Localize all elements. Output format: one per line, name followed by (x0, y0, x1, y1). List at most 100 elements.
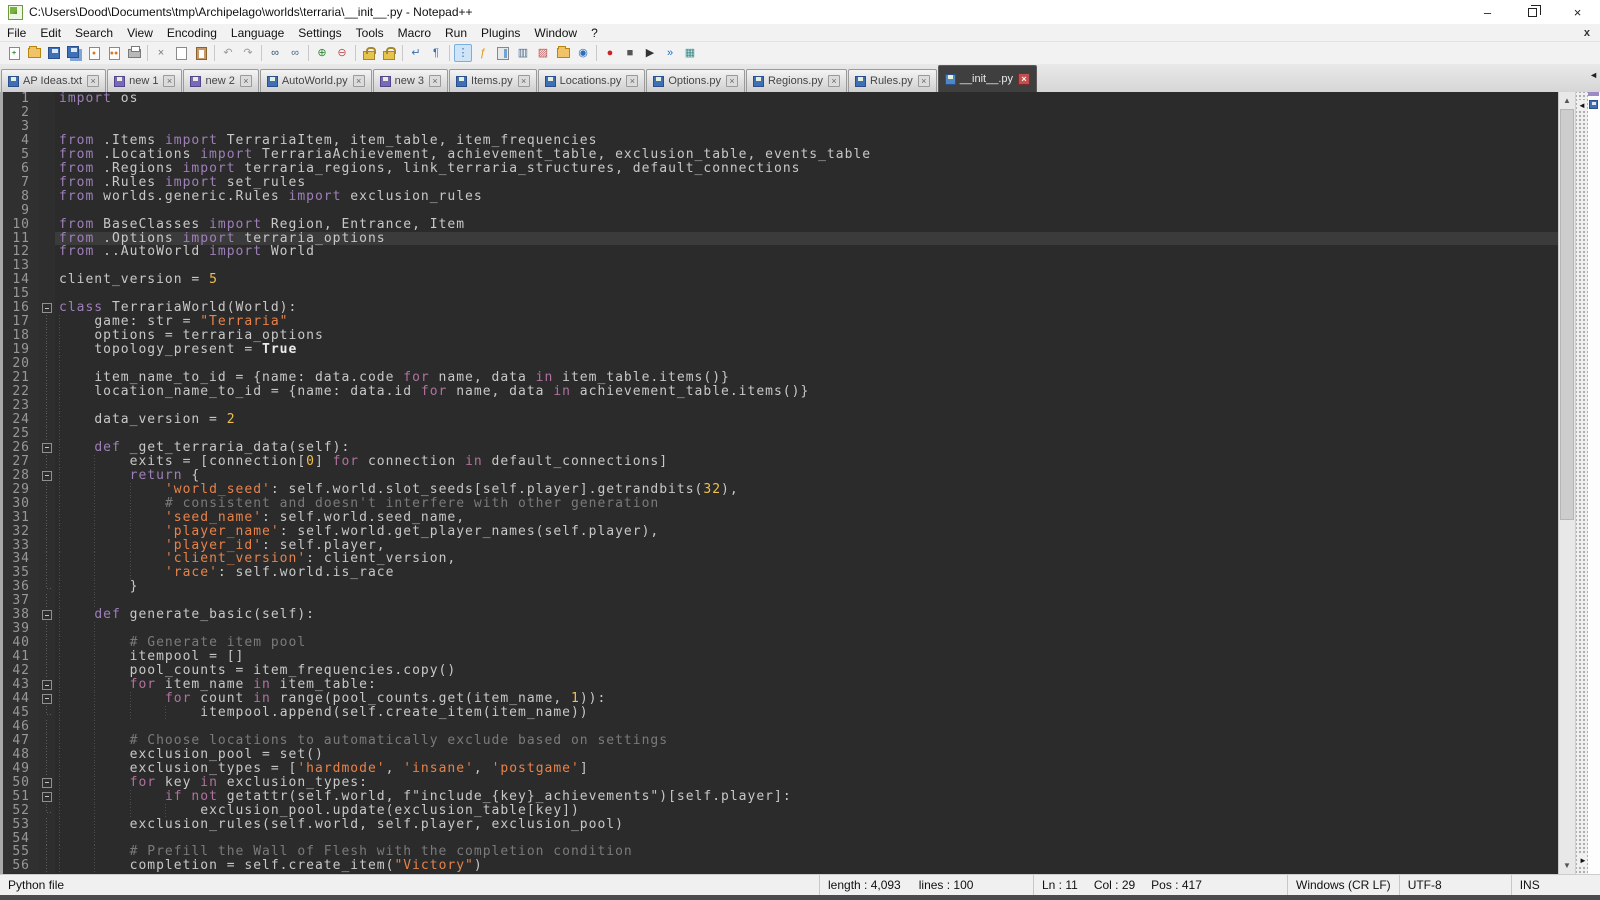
code-line[interactable]: 56 completion = self.create_item("Victor… (3, 859, 1558, 873)
minimize-button[interactable]: – (1465, 0, 1510, 24)
code-line[interactable]: 14client_version = 5 (3, 273, 1558, 287)
code-line[interactable]: 50 for key in exclusion_types: (3, 776, 1558, 790)
code-line[interactable]: 3 (3, 120, 1558, 134)
fold-toggle-icon[interactable] (39, 776, 55, 790)
docked-panel-grip[interactable]: ◄ ► (1575, 92, 1588, 874)
folder-as-workspace-icon[interactable] (554, 44, 572, 62)
code-line[interactable]: 26 def _get_terraria_data(self): (3, 441, 1558, 455)
zoom-out-icon[interactable]: ⊖ (333, 44, 351, 62)
tab-close-icon[interactable]: × (353, 75, 365, 87)
tab-close-icon[interactable]: × (87, 75, 99, 87)
code-line[interactable]: 16class TerrariaWorld(World): (3, 301, 1558, 315)
tab-new-2[interactable]: new 2× (183, 69, 258, 92)
code-editor[interactable]: 1import os234from .Items import Terraria… (0, 92, 1558, 874)
code-line[interactable]: 10from BaseClasses import Region, Entran… (3, 218, 1558, 232)
tab-close-icon[interactable]: × (1018, 73, 1030, 85)
redo-icon[interactable]: ↷ (239, 44, 257, 62)
code-line[interactable]: 45 itempool.append(self.create_item(item… (3, 706, 1558, 720)
code-line[interactable]: 30 # consistent and doesn't interfere wi… (3, 497, 1558, 511)
code-line[interactable]: 7from .Rules import set_rules (3, 176, 1558, 190)
code-line[interactable]: 40 # Generate item pool (3, 636, 1558, 650)
tab-regions.py[interactable]: Regions.py× (746, 69, 847, 92)
sync-vertical-scrolling-icon[interactable] (360, 44, 378, 62)
macro-play-icon[interactable]: ▶ (641, 44, 659, 62)
tab-close-icon[interactable]: × (626, 75, 638, 87)
scroll-up-icon[interactable]: ▲ (1559, 92, 1575, 109)
menu-search[interactable]: Search (68, 24, 120, 41)
document-list-icon[interactable]: ▥ (514, 44, 532, 62)
code-line[interactable]: 18 options = terraria_options (3, 329, 1558, 343)
code-line[interactable]: 6from .Regions import terraria_regions, … (3, 162, 1558, 176)
scrollbar-track[interactable] (1559, 109, 1575, 857)
restore-button[interactable] (1510, 0, 1555, 24)
find-icon[interactable]: ∞ (266, 44, 284, 62)
code-line[interactable]: 9 (3, 204, 1558, 218)
tab-scroll-left-icon[interactable]: ◄ (1589, 70, 1598, 80)
code-line[interactable]: 39 (3, 622, 1558, 636)
close-button[interactable]: × (1555, 0, 1600, 24)
menu-tools[interactable]: Tools (349, 24, 391, 41)
show-all-characters-icon[interactable]: ¶ (427, 44, 445, 62)
tab-close-icon[interactable]: × (518, 75, 530, 87)
scroll-down-icon[interactable]: ▼ (1559, 857, 1575, 874)
paste-icon[interactable] (192, 44, 210, 62)
code-line[interactable]: 31 'seed_name': self.world.seed_name, (3, 511, 1558, 525)
code-line[interactable]: 2 (3, 106, 1558, 120)
fold-toggle-icon[interactable] (39, 678, 55, 692)
code-line[interactable]: 38 def generate_basic(self): (3, 608, 1558, 622)
macro-run-multiple-icon[interactable]: » (661, 44, 679, 62)
zoom-in-icon[interactable]: ⊕ (313, 44, 331, 62)
menu-edit[interactable]: Edit (33, 24, 68, 41)
tab-close-icon[interactable]: × (429, 75, 441, 87)
code-line[interactable]: 48 exclusion_pool = set() (3, 748, 1558, 762)
code-line[interactable]: 19 topology_present = True (3, 343, 1558, 357)
tab-rules.py[interactable]: Rules.py× (848, 69, 937, 92)
tab-ap-ideas.txt[interactable]: AP Ideas.txt× (1, 69, 106, 92)
menu-plugins[interactable]: Plugins (474, 24, 527, 41)
code-line[interactable]: 20 (3, 357, 1558, 371)
new-file-icon[interactable]: + (5, 44, 23, 62)
code-line[interactable]: 49 exclusion_types = ['hardmode', 'insan… (3, 762, 1558, 776)
tab-new-3[interactable]: new 3× (373, 69, 448, 92)
function-list-icon[interactable]: ƒ (474, 44, 492, 62)
code-line[interactable]: 51 if not getattr(self.world, f"include_… (3, 790, 1558, 804)
menu-language[interactable]: Language (224, 24, 291, 41)
code-line[interactable]: 8from worlds.generic.Rules import exclus… (3, 190, 1558, 204)
tab-close-icon[interactable]: × (163, 75, 175, 87)
code-line[interactable]: 33 'player_id': self.player, (3, 539, 1558, 553)
fold-toggle-icon[interactable] (39, 692, 55, 706)
menu-macro[interactable]: Macro (391, 24, 438, 41)
menu-run[interactable]: Run (438, 24, 474, 41)
code-line[interactable]: 1import os (3, 92, 1558, 106)
undo-icon[interactable]: ↶ (219, 44, 237, 62)
copy-icon[interactable] (172, 44, 190, 62)
macro-record-icon[interactable]: ● (601, 44, 619, 62)
close-document-icon[interactable]: x (1584, 27, 1590, 39)
code-line[interactable]: 15 (3, 287, 1558, 301)
save-icon[interactable] (45, 44, 63, 62)
code-line[interactable]: 53 exclusion_rules(self.world, self.play… (3, 818, 1558, 832)
menu-encoding[interactable]: Encoding (160, 24, 224, 41)
code-line[interactable]: 43 for item_name in item_table: (3, 678, 1558, 692)
code-line[interactable]: 22 location_name_to_id = {name: data.id … (3, 385, 1558, 399)
cut-icon[interactable]: × (152, 44, 170, 62)
macro-stop-icon[interactable]: ■ (621, 44, 639, 62)
document-map-icon[interactable] (494, 44, 512, 62)
fold-toggle-icon[interactable] (39, 608, 55, 622)
code-line[interactable]: 44 for count in range(pool_counts.get(it… (3, 692, 1558, 706)
vertical-scrollbar[interactable]: ▲ ▼ (1558, 92, 1575, 874)
tab-new-1[interactable]: new 1× (107, 69, 182, 92)
code-line[interactable]: 23 (3, 399, 1558, 413)
code-line[interactable]: 34 'client_version': client_version, (3, 552, 1558, 566)
code-line[interactable]: 47 # Choose locations to automatically e… (3, 734, 1558, 748)
code-line[interactable]: 28 return { (3, 469, 1558, 483)
code-line[interactable]: 52 exclusion_pool.update(exclusion_table… (3, 804, 1558, 818)
fold-toggle-icon[interactable] (39, 301, 55, 315)
code-line[interactable]: 41 itempool = [] (3, 650, 1558, 664)
fold-toggle-icon[interactable] (39, 790, 55, 804)
tab-autoworld.py[interactable]: AutoWorld.py× (260, 69, 372, 92)
tab-close-icon[interactable]: × (726, 75, 738, 87)
replace-icon[interactable]: ∞ (286, 44, 304, 62)
code-line[interactable]: 29 'world_seed': self.world.slot_seeds[s… (3, 483, 1558, 497)
menu-window[interactable]: Window (527, 24, 584, 41)
